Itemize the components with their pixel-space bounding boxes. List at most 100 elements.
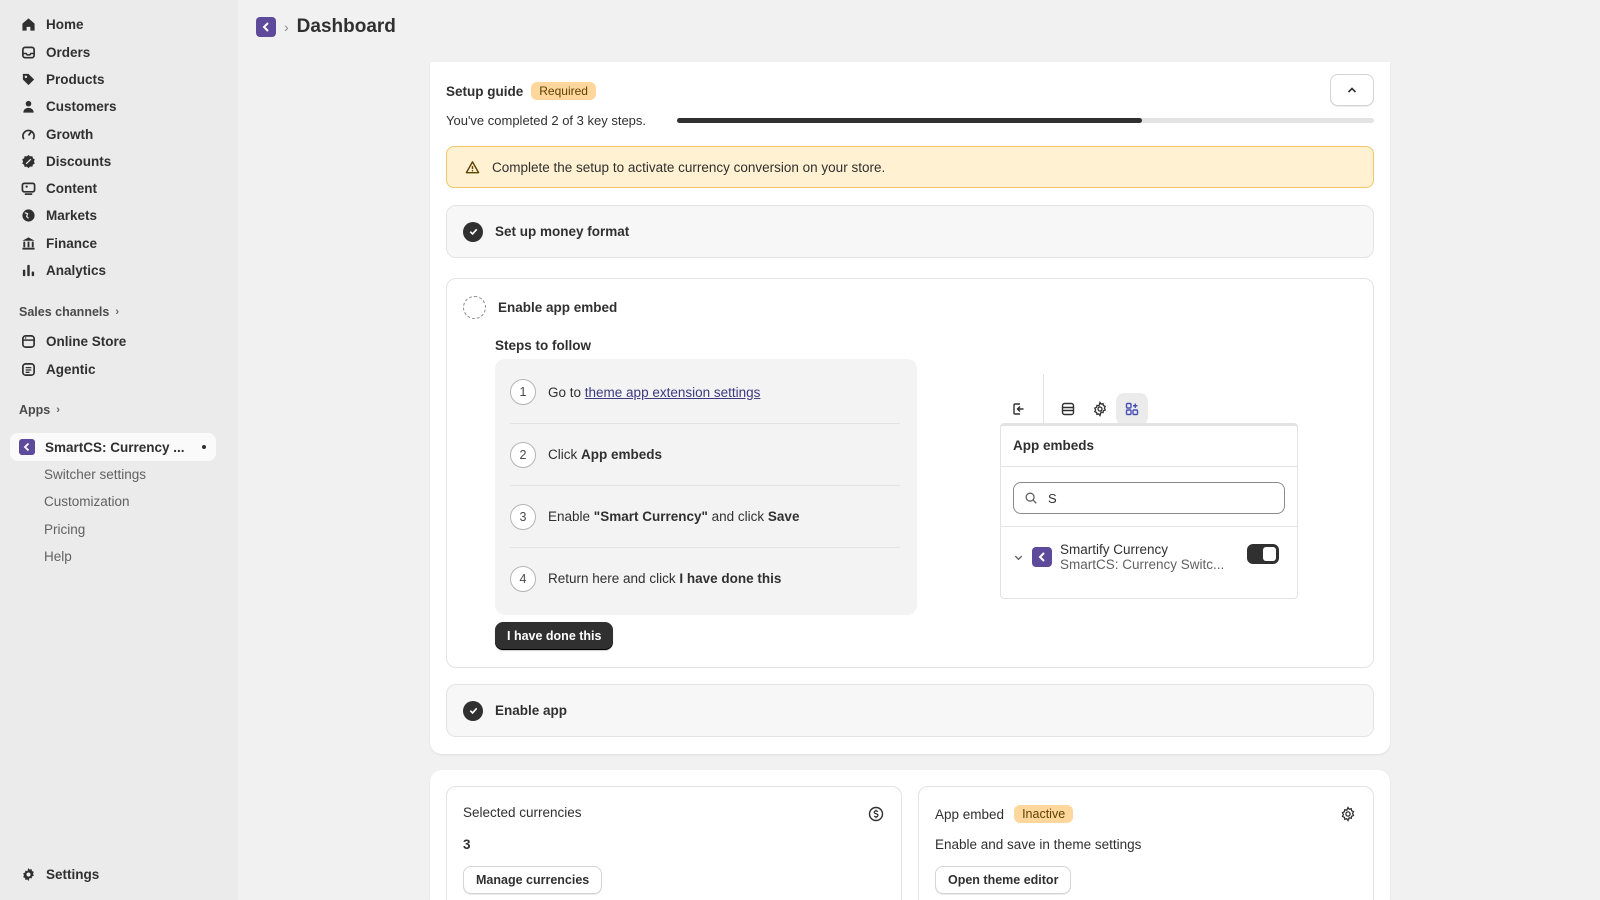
app-label: SmartCS: Currency ... xyxy=(45,439,185,455)
nav-label: Discounts xyxy=(46,153,112,169)
pin-dot-icon xyxy=(202,445,206,449)
step-text: Return here and click I have done this xyxy=(548,571,781,586)
breadcrumb: › Dashboard xyxy=(256,16,396,38)
nav-agentic[interactable]: Agentic xyxy=(10,356,216,382)
manage-currencies-button[interactable]: Manage currencies xyxy=(463,866,603,894)
app-smartcs[interactable]: SmartCS: Currency ... xyxy=(10,433,216,461)
subnav-help[interactable]: Help xyxy=(44,549,72,564)
nav-content[interactable]: Content xyxy=(10,175,216,201)
nav-label: Products xyxy=(46,71,105,87)
nav-finance[interactable]: Finance xyxy=(10,230,216,256)
nav-analytics[interactable]: Analytics xyxy=(10,257,216,283)
step-money-format[interactable]: Set up money format xyxy=(446,205,1374,258)
agentic-icon xyxy=(20,361,36,377)
nav-label: Online Store xyxy=(46,333,127,349)
app-embeds-icon xyxy=(1116,393,1148,425)
subnav-customization[interactable]: Customization xyxy=(44,494,130,509)
progress-fill xyxy=(677,118,1142,123)
step-header[interactable]: Enable app embed xyxy=(463,296,617,319)
preview-search: S xyxy=(1013,482,1285,514)
card-title: App embed Inactive xyxy=(935,805,1074,823)
preview-search-value: S xyxy=(1048,490,1057,506)
currencies-count: 3 xyxy=(463,837,471,852)
card-title-text: App embed xyxy=(935,806,1005,822)
tag-icon xyxy=(20,71,36,87)
nav-label: Agentic xyxy=(46,361,96,377)
sales-channels-header[interactable]: Sales channels › xyxy=(19,305,119,319)
nav-discounts[interactable]: Discounts xyxy=(10,148,216,174)
nav-orders[interactable]: Orders xyxy=(10,39,216,65)
chevron-right-icon: › xyxy=(284,19,289,35)
preview-embed-sub: SmartCS: Currency Switc... xyxy=(1060,557,1225,572)
card-title: Selected currencies xyxy=(463,805,582,820)
nav-label: Customers xyxy=(46,98,117,114)
incomplete-circle-icon xyxy=(463,296,486,319)
step-text-prefix: Click xyxy=(548,447,581,462)
check-circle-icon xyxy=(463,700,483,721)
collapse-button[interactable] xyxy=(1330,74,1374,106)
gear-icon xyxy=(20,866,36,882)
app-logo-icon[interactable] xyxy=(256,17,276,37)
dollar-circle-icon[interactable] xyxy=(867,805,885,823)
step-enable-app[interactable]: Enable app xyxy=(446,684,1374,737)
status-card: Selected currencies 3 Manage currencies … xyxy=(430,770,1390,900)
step-text-bold: I have done this xyxy=(679,571,782,586)
step-label: Enable app embed xyxy=(498,300,618,315)
step-text-prefix: Return here and click xyxy=(548,571,680,586)
person-icon xyxy=(20,98,36,114)
step-text-bold: App embeds xyxy=(581,447,663,462)
step-number: 4 xyxy=(510,565,536,592)
step-number: 1 xyxy=(510,379,536,405)
subnav-switcher-settings[interactable]: Switcher settings xyxy=(44,467,146,482)
home-icon xyxy=(20,16,36,32)
sections-icon xyxy=(1052,393,1084,425)
app-embed-desc: Enable and save in theme settings xyxy=(935,837,1142,852)
nav-customers[interactable]: Customers xyxy=(10,93,216,119)
preview-embed-name: Smartify Currency xyxy=(1060,542,1169,557)
discount-icon xyxy=(20,153,36,169)
list-item: 1 Go to theme app extension settings xyxy=(510,361,900,423)
i-have-done-this-button[interactable]: I have done this xyxy=(495,622,614,650)
section-label-text: Apps xyxy=(19,403,51,417)
theme-settings-link[interactable]: theme app extension settings xyxy=(585,385,761,400)
nav-home[interactable]: Home xyxy=(10,11,216,37)
steps-to-follow-label: Steps to follow xyxy=(495,338,591,353)
gear-icon[interactable] xyxy=(1339,805,1357,823)
toggle-on-icon xyxy=(1247,544,1279,564)
nav-products[interactable]: Products xyxy=(10,66,216,92)
store-icon xyxy=(20,333,36,349)
step-text: Click App embeds xyxy=(548,447,662,462)
warning-banner: Complete the setup to activate currency … xyxy=(446,146,1374,188)
step-text-prefix: Enable xyxy=(548,509,594,524)
step-text: Enable "Smart Currency" and click Save xyxy=(548,509,799,524)
bar-chart-icon xyxy=(20,262,36,278)
nav-growth[interactable]: Growth xyxy=(10,121,216,147)
step-text-bold: "Smart Currency" xyxy=(593,509,708,524)
warning-icon xyxy=(465,160,480,173)
step-enable-app-embed: Enable app embed Steps to follow 1 Go to… xyxy=(446,278,1374,668)
page-title: Dashboard xyxy=(296,16,396,37)
sidebar: Home Orders Products Customers Growth Di… xyxy=(0,0,238,900)
chevron-right-icon: › xyxy=(56,404,60,416)
nav-settings[interactable]: Settings xyxy=(10,861,216,887)
nav-label: Markets xyxy=(46,207,98,223)
bank-icon xyxy=(20,235,36,251)
nav-online-store[interactable]: Online Store xyxy=(10,328,216,354)
subnav-pricing[interactable]: Pricing xyxy=(44,522,85,537)
step-number: 2 xyxy=(510,441,536,468)
open-theme-editor-button[interactable]: Open theme editor xyxy=(935,866,1072,894)
warning-text: Complete the setup to activate currency … xyxy=(492,159,886,175)
nav-label: Settings xyxy=(46,866,100,882)
nav-label: Home xyxy=(46,16,84,32)
gear-icon xyxy=(1084,393,1116,425)
chevron-right-icon: › xyxy=(115,306,119,318)
step-text-mid: and click xyxy=(707,509,768,524)
list-item: 4 Return here and click I have done this xyxy=(510,547,900,609)
list-item: 2 Click App embeds xyxy=(510,423,900,485)
app-logo-icon xyxy=(19,439,35,455)
list-item: 3 Enable "Smart Currency" and click Save xyxy=(510,485,900,547)
globe-icon xyxy=(20,207,36,223)
nav-markets[interactable]: Markets xyxy=(10,202,216,228)
apps-header[interactable]: Apps › xyxy=(19,403,60,417)
section-label-text: Sales channels xyxy=(19,305,110,319)
